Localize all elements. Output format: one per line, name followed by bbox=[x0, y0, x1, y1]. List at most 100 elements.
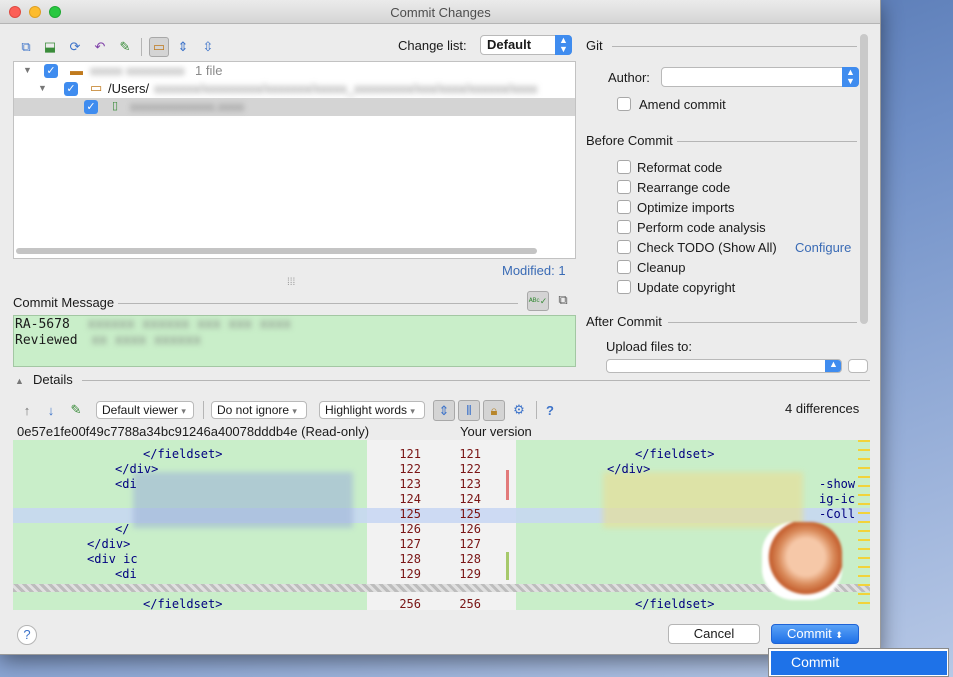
next-difference-icon[interactable]: ↓ bbox=[42, 401, 60, 419]
right-line-number: 124 bbox=[459, 492, 481, 506]
file-checkbox[interactable]: ✓ bbox=[84, 100, 98, 114]
optimize-imports-label: Optimize imports bbox=[637, 200, 735, 215]
diff-right-line: </fieldset> bbox=[635, 447, 715, 461]
collapse-unchanged-icon[interactable]: ⇕ bbox=[433, 400, 455, 421]
chevron-updown-icon: ▲ ▼ bbox=[555, 35, 572, 55]
left-line-number: 127 bbox=[399, 537, 421, 551]
show-diff-icon[interactable]: ⧉ bbox=[17, 38, 35, 56]
tree-row-file[interactable]: ✓ ▯ xxxxxxxxxxxxx.xxxx bbox=[14, 98, 575, 116]
root-checkbox[interactable]: ✓ bbox=[44, 64, 58, 78]
details-collapse-triangle-icon[interactable]: ▲ bbox=[15, 376, 24, 386]
upload-server-select[interactable]: ▲ bbox=[606, 359, 842, 373]
expand-triangle-icon[interactable]: ▼ bbox=[23, 65, 32, 75]
viewer-select[interactable]: Default viewer ▾ bbox=[96, 401, 194, 419]
changes-tree[interactable]: ▼ ✓ ▬ xxxxx xxxxxxxxx 1 file ▼ ✓ ▭ /User… bbox=[13, 61, 576, 259]
author-label: Author: bbox=[608, 70, 650, 85]
commit-message-line: RA-5678 xxxxxx xxxxxx xxx xxx xxxx bbox=[15, 317, 574, 333]
blurred-code-right bbox=[603, 472, 803, 528]
configure-todo-link[interactable]: Configure bbox=[795, 240, 851, 255]
module-name: xxxxx xxxxxxxxx bbox=[90, 63, 185, 78]
optimize-imports-checkbox[interactable] bbox=[617, 200, 631, 214]
right-line-number: 129 bbox=[459, 567, 481, 581]
cleanup-checkbox[interactable] bbox=[617, 260, 631, 274]
commit-button[interactable]: Commit ⬍ bbox=[771, 624, 859, 644]
window-title: Commit Changes bbox=[390, 5, 491, 20]
diff-right-line: </div> bbox=[607, 462, 651, 476]
left-line-number: 121 bbox=[399, 447, 421, 461]
help-button[interactable]: ? bbox=[17, 625, 37, 645]
left-line-number: 126 bbox=[399, 522, 421, 536]
amend-commit-checkbox[interactable] bbox=[617, 97, 631, 111]
right-line-number: 125 bbox=[459, 507, 481, 521]
author-select[interactable]: ▲ ▼ bbox=[661, 67, 859, 87]
diff-right-line: -show bbox=[819, 477, 856, 491]
right-line-number: 123 bbox=[459, 477, 481, 491]
diff-right-line: ig-ic bbox=[819, 492, 856, 506]
options-vertical-scrollbar[interactable] bbox=[860, 34, 868, 324]
diff-left-line: <di bbox=[115, 567, 137, 581]
diff-viewer[interactable]: </fieldset> </div> <di </ </div> <div ic… bbox=[13, 440, 870, 610]
check-todo-checkbox[interactable] bbox=[617, 240, 631, 254]
directory-path-prefix: /Users/ bbox=[108, 81, 150, 96]
rollback-icon[interactable]: ↶ bbox=[91, 38, 109, 56]
details-label: Details bbox=[33, 372, 73, 387]
chevron-down-icon: ▾ bbox=[292, 406, 297, 416]
commit-message-input[interactable]: RA-5678 xxxxxx xxxxxx xxx xxx xxxx Revie… bbox=[13, 315, 576, 367]
update-copyright-label: Update copyright bbox=[637, 280, 736, 295]
rearrange-code-checkbox[interactable] bbox=[617, 180, 631, 194]
changelist-label: Change list: bbox=[398, 38, 467, 53]
spellcheck-icon[interactable]: ᴬᴮᶜ✓ bbox=[527, 291, 549, 311]
left-line-number: 128 bbox=[399, 552, 421, 566]
commit-menu-item[interactable]: Commit bbox=[771, 651, 947, 675]
html-file-icon: ▯ bbox=[112, 100, 119, 112]
highlight-select[interactable]: Highlight words ▾ bbox=[319, 401, 425, 419]
reformat-code-checkbox[interactable] bbox=[617, 160, 631, 174]
ignore-whitespace-select[interactable]: Do not ignore ▾ bbox=[211, 401, 307, 419]
tree-horizontal-scrollbar[interactable] bbox=[16, 248, 537, 254]
edit-source-icon[interactable]: ✎ bbox=[67, 401, 85, 419]
tree-row-directory[interactable]: ▼ ✓ ▭ /Users/ xxxxxxx/xxxxxxxxx/xxxxxxx/… bbox=[14, 80, 575, 98]
commit-message-reviewer: xx xxxx xxxxxx bbox=[91, 333, 202, 348]
update-copyright-checkbox[interactable] bbox=[617, 280, 631, 294]
commit-message-line: Reviewed xx xxxx xxxxxx bbox=[15, 333, 574, 349]
collapse-all-icon[interactable]: ⇳ bbox=[199, 38, 217, 56]
settings-gear-icon[interactable]: ⚙ bbox=[510, 401, 528, 419]
commit-message-history-icon[interactable]: ⧉ bbox=[554, 291, 572, 309]
edit-source-icon[interactable]: ✎ bbox=[116, 38, 134, 56]
blurred-code-left bbox=[133, 472, 353, 528]
right-line-number: 126 bbox=[459, 522, 481, 536]
section-divider bbox=[612, 46, 857, 47]
diff-right-line: -Coll bbox=[819, 507, 856, 521]
left-line-number: 124 bbox=[399, 492, 421, 506]
diff-error-stripe[interactable] bbox=[858, 440, 870, 610]
toolbar-separator bbox=[203, 401, 204, 419]
expand-triangle-icon[interactable]: ▼ bbox=[38, 83, 47, 93]
changelist-select[interactable]: Default ▲ ▼ bbox=[480, 35, 572, 55]
right-line-number: 256 bbox=[459, 597, 481, 610]
right-line-number: 127 bbox=[459, 537, 481, 551]
tree-row-root[interactable]: ▼ ✓ ▬ xxxxx xxxxxxxxx 1 file bbox=[14, 62, 575, 80]
group-by-directory-icon[interactable]: ▭ bbox=[149, 37, 169, 57]
previous-difference-icon[interactable]: ↑ bbox=[18, 401, 36, 419]
diff-left-line: </div> bbox=[87, 537, 131, 551]
splitter-handle-icon[interactable]: ⁞⁞⁞ bbox=[287, 277, 295, 288]
change-marker bbox=[506, 470, 509, 500]
move-to-changelist-icon[interactable]: ⬓ bbox=[41, 38, 59, 56]
changelist-value: Default bbox=[487, 37, 532, 52]
cancel-button[interactable]: Cancel bbox=[668, 624, 760, 644]
directory-checkbox[interactable]: ✓ bbox=[64, 82, 78, 96]
left-line-number: 123 bbox=[399, 477, 421, 491]
ignore-value: Do not ignore bbox=[217, 403, 290, 417]
diff-left-line: </fieldset> bbox=[143, 597, 223, 610]
lock-icon[interactable]: 🔒︎ bbox=[483, 400, 505, 421]
check-todo-label: Check TODO (Show All) bbox=[637, 240, 777, 255]
diff-help-icon[interactable]: ? bbox=[541, 401, 559, 419]
code-analysis-checkbox[interactable] bbox=[617, 220, 631, 234]
sync-scroll-icon[interactable]: ⫴ bbox=[458, 400, 480, 421]
refresh-icon[interactable]: ⟳ bbox=[66, 38, 84, 56]
chevron-down-icon: ▾ bbox=[410, 406, 415, 416]
collapsed-region-marker[interactable] bbox=[13, 584, 870, 592]
expand-all-icon[interactable]: ⇕ bbox=[174, 38, 192, 56]
directory-path: xxxxxxx/xxxxxxxxx/xxxxxxx/xxxxx_xxxxxxxx… bbox=[154, 81, 538, 96]
upload-config-button[interactable] bbox=[848, 359, 868, 373]
